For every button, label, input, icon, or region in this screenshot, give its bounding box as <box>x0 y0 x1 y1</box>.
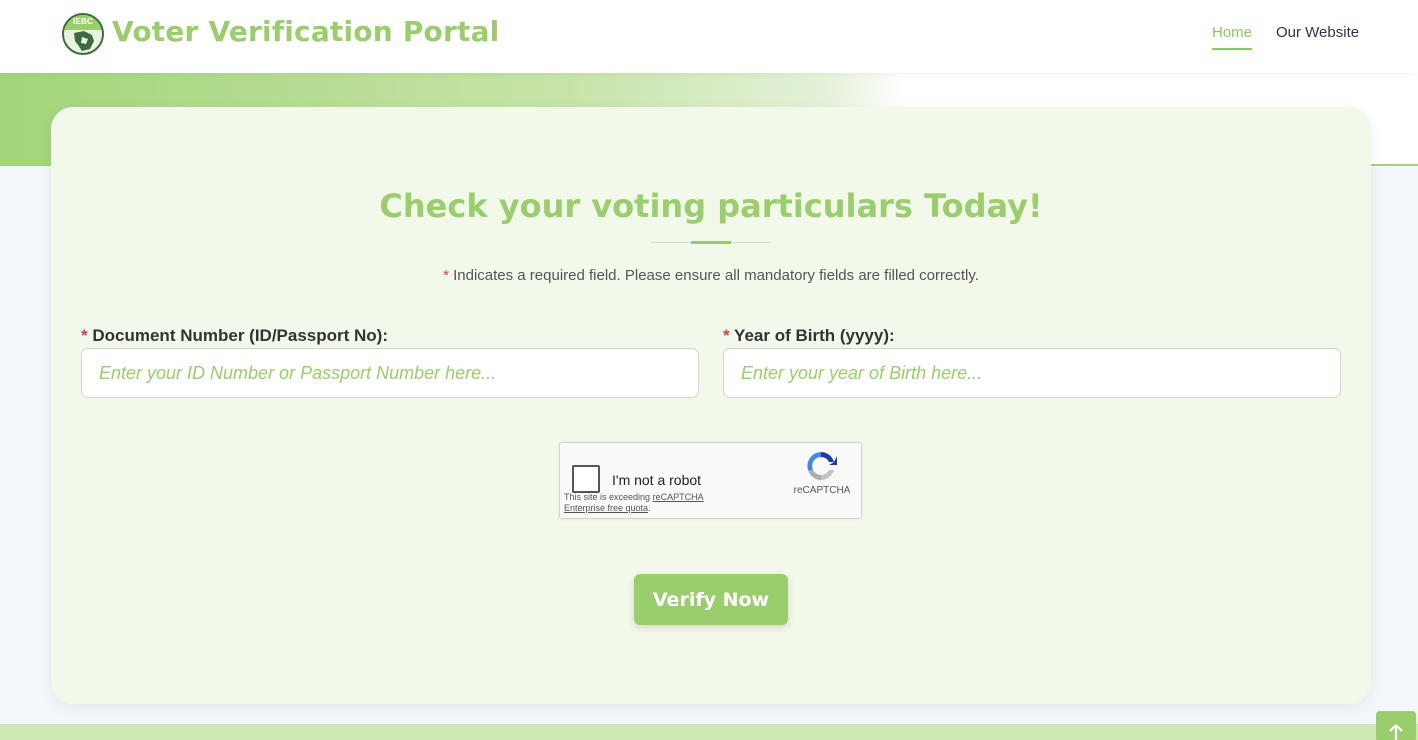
recaptcha-warning-prefix: This site is exceeding <box>564 492 651 502</box>
nav-link-our-website[interactable]: Our Website <box>1276 24 1359 41</box>
required-marker: * <box>723 326 730 345</box>
nav-link-home[interactable]: Home <box>1212 24 1253 50</box>
verify-now-button[interactable]: Verify Now <box>634 574 788 625</box>
arrow-up-icon <box>1389 724 1403 740</box>
scroll-to-top-button[interactable] <box>1376 711 1416 740</box>
footer-band <box>0 724 1418 740</box>
verification-card: Check your voting particulars Today! * I… <box>51 107 1371 704</box>
required-note-text: Indicates a required field. Please ensur… <box>453 267 979 284</box>
recaptcha-quota-warning: This site is exceeding reCAPTCHA Enterpr… <box>564 492 734 514</box>
form-title: Check your voting particulars Today! <box>379 187 1043 225</box>
required-marker: * <box>81 326 88 345</box>
kenya-map-icon <box>74 31 94 51</box>
recaptcha-brand: reCAPTCHA <box>793 485 851 496</box>
recaptcha-logo-icon <box>807 452 837 480</box>
required-marker: * <box>443 267 449 284</box>
portal-title: Voter Verification Portal <box>112 15 500 48</box>
logo-text: IEBC <box>73 17 93 26</box>
recaptcha-widget: I'm not a robot This site is exceeding r… <box>559 442 862 519</box>
year-of-birth-input[interactable] <box>723 348 1341 398</box>
document-number-label-text: Document Number (ID/Passport No): <box>92 326 388 345</box>
top-navbar: IEBC Voter Verification Portal Home Our … <box>0 0 1418 73</box>
recaptcha-checkbox[interactable] <box>572 465 600 493</box>
year-of-birth-label-text: Year of Birth (yyyy): <box>734 326 895 345</box>
iebc-logo[interactable]: IEBC <box>62 13 104 55</box>
recaptcha-label: I'm not a robot <box>612 472 702 488</box>
year-of-birth-label: * Year of Birth (yyyy): <box>723 326 895 346</box>
title-divider-accent <box>691 241 731 244</box>
document-number-input[interactable] <box>81 348 699 398</box>
recaptcha-warning-suffix: . <box>648 503 651 513</box>
required-note: * Indicates a required field. Please ens… <box>51 267 1371 284</box>
document-number-label: * Document Number (ID/Passport No): <box>81 326 388 346</box>
